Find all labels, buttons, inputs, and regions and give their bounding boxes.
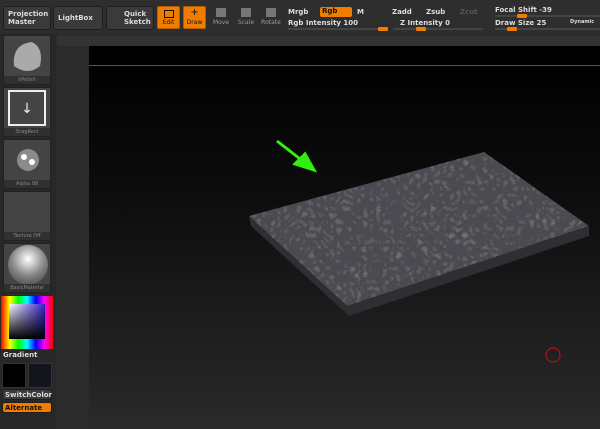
brush-selector[interactable]: hPolish [3, 35, 51, 85]
top-toolbar: Projection Master LightBox Quick Sketch … [0, 0, 600, 33]
main-color-swatch[interactable] [2, 363, 26, 388]
draw-button[interactable]: + Draw [183, 6, 206, 29]
stroke-selector[interactable]: ↓ DragRect [3, 87, 51, 137]
edit-label: Edit [162, 19, 175, 26]
edit-icon [163, 10, 174, 18]
texture-selector[interactable]: Texture Off [3, 191, 51, 241]
document-canvas[interactable] [89, 46, 600, 429]
slider-knob[interactable] [378, 27, 388, 31]
drag-rect-icon: ↓ [8, 90, 46, 126]
alpha-icon [17, 149, 39, 171]
left-shelf: hPolish ↓ DragRect Alpha 08 Texture Off B… [0, 33, 56, 429]
scale-button[interactable]: Scale [234, 8, 258, 26]
alpha-selector[interactable]: Alpha 08 [3, 139, 51, 189]
quick-sketch-button[interactable]: Quick Sketch [106, 6, 154, 30]
rgb-intensity-label: Rgb Intensity 100 [288, 19, 359, 27]
material-selector[interactable]: BasicMaterial [3, 243, 51, 293]
green-arrow-annotation [276, 139, 318, 173]
color-picker[interactable] [1, 296, 53, 349]
stroke-label: DragRect [4, 128, 50, 136]
slider-knob[interactable] [517, 14, 527, 18]
rotate-label: Rotate [261, 19, 281, 26]
move-label: Move [212, 19, 230, 26]
m-button[interactable]: M [357, 8, 364, 16]
canvas-side-strip [57, 36, 600, 46]
switch-color-button[interactable]: SwitchColor [2, 389, 52, 400]
draw-size-slider[interactable] [495, 27, 600, 31]
rgb-button[interactable]: Rgb [320, 7, 352, 17]
rotate-icon [266, 8, 276, 17]
rotate-button[interactable]: Rotate [259, 8, 283, 26]
stone-slab-model [249, 152, 589, 316]
zadd-button[interactable]: Zadd [392, 8, 412, 16]
move-icon [216, 8, 226, 17]
focal-shift-slider[interactable] [495, 14, 600, 18]
draw-size-label: Draw Size 25 [495, 19, 547, 27]
material-sphere-icon [8, 245, 48, 285]
slider-knob[interactable] [416, 27, 426, 31]
texture-label: Texture Off [4, 232, 50, 240]
draw-icon: + [190, 7, 199, 18]
material-label: BasicMaterial [4, 284, 50, 292]
slider-knob[interactable] [507, 27, 517, 31]
projection-master-button[interactable]: Projection Master [3, 6, 51, 30]
edit-button[interactable]: Edit [157, 6, 180, 29]
rgb-intensity-slider[interactable] [288, 27, 388, 31]
mrgb-button[interactable]: Mrgb [288, 8, 308, 16]
lightbox-button[interactable]: LightBox [53, 6, 103, 30]
scale-icon [241, 8, 251, 17]
move-button[interactable]: Move [209, 8, 233, 26]
brush-label: hPolish [4, 76, 50, 84]
z-intensity-label: Z Intensity 0 [400, 19, 450, 27]
alpha-label: Alpha 08 [4, 180, 50, 188]
dynamic-button[interactable]: Dynamic [570, 19, 594, 25]
secondary-color-swatch[interactable] [28, 363, 52, 388]
alternate-button[interactable]: Alternate [2, 402, 52, 413]
z-intensity-slider[interactable] [393, 27, 483, 31]
zsub-button[interactable]: Zsub [426, 8, 445, 16]
brush-icon [13, 42, 41, 71]
brush-cursor [545, 347, 561, 363]
gradient-label: Gradient [3, 351, 38, 359]
focal-shift-label: Focal Shift -39 [495, 6, 552, 14]
zcut-button[interactable]: Zcut [460, 8, 478, 16]
scale-label: Scale [237, 19, 255, 26]
draw-label: Draw [186, 19, 203, 26]
